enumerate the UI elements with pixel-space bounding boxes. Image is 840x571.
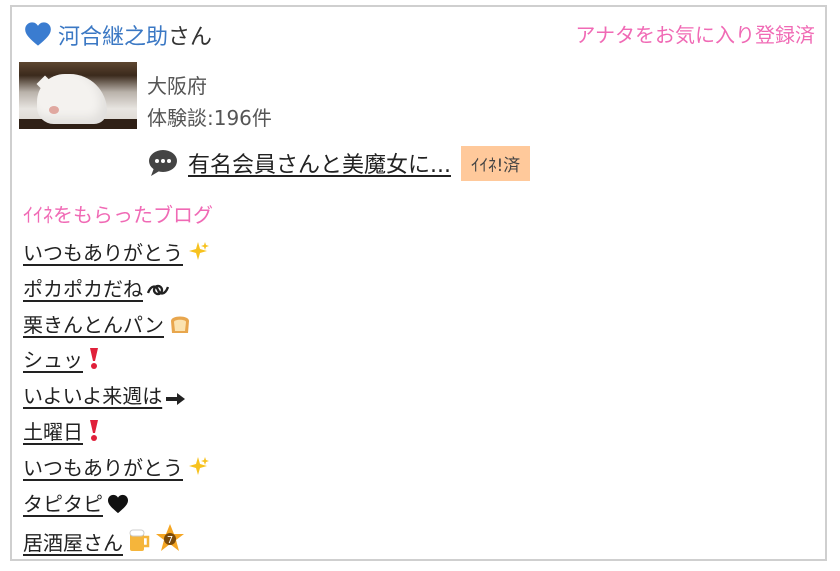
list-item: いよいよ来週は (23, 380, 209, 416)
sparkles-icon (189, 242, 209, 260)
entry-title-link[interactable]: 有名会員さんと美魔女に... (188, 147, 451, 179)
blog-link[interactable]: いよいよ来週は (23, 384, 186, 408)
blog-link[interactable]: 居酒屋さん 7 (23, 524, 185, 555)
blog-link[interactable]: タピタピ (23, 492, 129, 516)
user-name-link[interactable]: 河合継之助 (58, 25, 168, 50)
list-item: シュッ (23, 344, 209, 380)
blog-link[interactable]: シュッ (23, 348, 101, 372)
black-heart-icon (108, 494, 128, 513)
region-text: 大阪府 (147, 74, 207, 98)
list-item: いつもありがとう (23, 237, 209, 273)
experience-count: 体験談:196件 (147, 106, 272, 130)
entry-row: 有名会員さんと美魔女に... ｲｲﾈ!済 (148, 145, 531, 181)
card-header: 河合継之助さん アナタをお気に入り登録済 (22, 17, 815, 51)
beer-icon (129, 529, 150, 552)
blog-link[interactable]: いつもありがとう (23, 456, 209, 480)
blog-link[interactable]: ポカポカだね (23, 277, 169, 301)
liked-blogs-list: いつもありがとう ポカポカだね 栗きんとんパン シュッ いよいよ来週は 土曜日 … (23, 237, 209, 559)
avatar[interactable] (19, 62, 137, 129)
star-badge-icon: 7 (156, 524, 184, 552)
list-item: 土曜日 (23, 416, 209, 452)
blog-link[interactable]: いつもありがとう (23, 241, 209, 265)
heart-icon (25, 22, 51, 46)
right-arrow-icon (166, 393, 186, 406)
list-item: 栗きんとんパン (23, 309, 209, 345)
user-card: 河合継之助さん アナタをお気に入り登録済 大阪府 体験談:196件 有名会員さん… (10, 5, 827, 561)
list-item: タピタピ (23, 488, 209, 524)
list-item: いつもありがとう (23, 452, 209, 488)
bread-icon (171, 316, 189, 333)
blog-link[interactable]: 栗きんとんパン (23, 313, 192, 337)
iine-badge: ｲｲﾈ!済 (460, 145, 531, 181)
favorite-status: アナタをお気に入り登録済 (575, 23, 815, 47)
user-name-line: 河合継之助さん (58, 19, 212, 51)
blog-link[interactable]: 土曜日 (23, 419, 101, 444)
list-item: ポカポカだね (23, 273, 209, 309)
liked-blogs-title: ｲｲﾈをもらったブログ (23, 203, 213, 227)
honorific-text: さん (168, 25, 213, 50)
sparkles-icon (189, 456, 209, 475)
list-item: 居酒屋さん 7 (23, 523, 209, 559)
curly-loop-icon (147, 284, 169, 295)
speech-bubble-icon (149, 150, 177, 176)
svg-text:7: 7 (167, 535, 173, 546)
exclamation-icon (90, 348, 98, 370)
exclamation-icon (90, 419, 98, 441)
